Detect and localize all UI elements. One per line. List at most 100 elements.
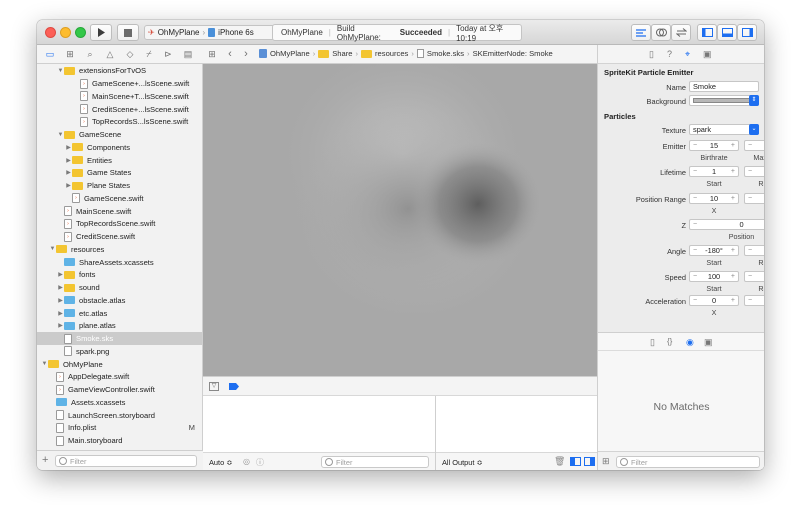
disclosure-closed-icon[interactable]: ▶ <box>65 182 72 189</box>
disclosure-closed-icon[interactable]: ▶ <box>57 284 64 291</box>
hierarchy-icon[interactable]: ⊞ <box>64 48 76 60</box>
stop-button[interactable] <box>117 24 139 41</box>
forward-arrow-icon[interactable]: › <box>240 48 252 60</box>
position-range-y-stepper[interactable]: −10+ <box>744 193 764 204</box>
birthrate-stepper[interactable]: −15 + <box>689 140 739 151</box>
breadcrumb-item[interactable]: SKEmitterNode: Smoke <box>473 49 553 58</box>
scene-editor-canvas[interactable] <box>203 64 597 376</box>
position-range-x-stepper[interactable]: −10 + <box>689 193 739 204</box>
disclosure-closed-icon[interactable]: ▶ <box>65 169 72 176</box>
plus-icon[interactable]: + <box>731 297 735 304</box>
angle-start-stepper[interactable]: − -180° + <box>689 245 739 256</box>
folder-icon[interactable]: ▭ <box>44 48 56 60</box>
disclosure-closed-icon[interactable]: ▶ <box>65 157 72 164</box>
navigator-row[interactable]: ▶ fonts <box>37 269 202 282</box>
navigator-row[interactable]: ShareAssets.xcassets <box>37 256 202 269</box>
disclosure-closed-icon[interactable]: ▶ <box>57 271 64 278</box>
z-position-stepper[interactable]: −0+ <box>689 219 764 230</box>
name-field[interactable]: Smoke <box>689 81 759 92</box>
variables-filter-field[interactable]: Filter <box>321 456 429 468</box>
diamond-icon[interactable]: ◇ <box>124 48 136 60</box>
disclosure-open-icon[interactable]: ▼ <box>57 132 64 138</box>
trash-icon[interactable]: 🗑 <box>554 456 565 467</box>
scheme-selector[interactable]: ✈ OhMyPlane › iPhone 6s <box>144 25 281 40</box>
lifetime-start-stepper[interactable]: −1 + <box>689 166 739 177</box>
navigator-row[interactable]: › GameViewController.swift <box>37 383 202 396</box>
toggle-navigator-button[interactable] <box>697 24 717 41</box>
version-editor-button[interactable] <box>671 24 691 41</box>
disclosure-open-icon[interactable]: ▼ <box>57 68 64 74</box>
navigator-row[interactable]: ▶ Entities <box>37 154 202 167</box>
object-library-icon[interactable]: ◉ <box>686 337 694 348</box>
background-color-well[interactable]: ⇕ <box>689 95 759 106</box>
file-template-icon[interactable]: ▯ <box>650 337 655 348</box>
plus-icon[interactable]: + <box>731 247 735 254</box>
assistant-editor-button[interactable] <box>651 24 671 41</box>
chevron-updown-icon[interactable]: ⇕ <box>749 95 759 106</box>
breadcrumb-item[interactable]: OhMyPlane <box>270 49 310 58</box>
breakpoint-icon[interactable]: ⊳ <box>162 48 174 60</box>
media-library-icon[interactable]: ▣ <box>704 337 713 348</box>
navigator-row[interactable]: › TopRecordsS...lsScene.swift <box>37 116 202 129</box>
navigator-row[interactable]: › TopRecordsScene.swift <box>37 218 202 231</box>
breadcrumb-item[interactable]: resources <box>375 49 408 58</box>
navigator-row[interactable]: › CreditScene+...lsScene.swift <box>37 103 202 116</box>
navigator-row[interactable]: › GameScene+...lsScene.swift <box>37 77 202 90</box>
speed-start-stepper[interactable]: −100 + <box>689 271 739 282</box>
back-arrow-icon[interactable]: ‹ <box>224 48 236 60</box>
navigator-row[interactable]: ▶ Game States <box>37 167 202 180</box>
split-left-icon[interactable] <box>570 457 581 466</box>
minimize-window-button[interactable] <box>60 27 71 38</box>
report-icon[interactable]: ▤ <box>182 48 194 60</box>
navigator-row[interactable]: ▼ GameScene <box>37 128 202 141</box>
lifetime-range-stepper[interactable]: −5+ <box>744 166 764 177</box>
acceleration-x-stepper[interactable]: −0 + <box>689 295 739 306</box>
navigator-row[interactable]: LaunchScreen.storyboard <box>37 409 202 422</box>
eye-icon[interactable]: ◎ <box>243 457 250 466</box>
breadcrumb-item[interactable]: Share <box>332 49 352 58</box>
navigator-row[interactable]: ▶ etc.atlas <box>37 307 202 320</box>
navigator-row[interactable]: › CreditScene.swift <box>37 230 202 243</box>
disclosure-open-icon[interactable]: ▼ <box>49 246 56 252</box>
navigator-row[interactable]: › AppDelegate.swift <box>37 371 202 384</box>
plus-icon[interactable]: + <box>731 273 735 280</box>
standard-editor-button[interactable] <box>631 24 651 41</box>
navigator-row[interactable]: spark.png <box>37 345 202 358</box>
output-selector[interactable]: All Output ≎ <box>442 458 483 467</box>
code-snippet-icon[interactable]: {} <box>667 337 672 346</box>
texture-combo[interactable]: spark ⌄ <box>689 124 759 135</box>
auto-scope-selector[interactable]: Auto ≎ <box>209 458 232 467</box>
disclosure-closed-icon[interactable]: ▶ <box>65 144 72 151</box>
help-icon[interactable]: ? <box>667 49 672 59</box>
navigator-row[interactable]: ▶ obstacle.atlas <box>37 294 202 307</box>
chevron-down-icon[interactable]: ⌄ <box>749 124 759 135</box>
plus-icon[interactable]: + <box>731 195 735 202</box>
close-window-button[interactable] <box>45 27 56 38</box>
search-icon[interactable]: ⌕ <box>84 48 96 60</box>
navigator-row[interactable]: Assets.xcassets <box>37 396 202 409</box>
library-filter-field[interactable]: Filter <box>616 456 760 468</box>
hide-debug-icon[interactable]: ▽ <box>209 382 219 391</box>
disclosure-open-icon[interactable]: ▼ <box>41 361 48 367</box>
size-inspector-icon[interactable]: ▣ <box>703 49 712 60</box>
related-items-icon[interactable]: ⊞ <box>206 48 218 60</box>
file-inspector-icon[interactable]: ▯ <box>649 49 654 60</box>
grid-view-icon[interactable]: ⊞ <box>602 456 610 467</box>
disclosure-closed-icon[interactable]: ▶ <box>57 322 64 329</box>
navigator-row[interactable]: ▼ resources <box>37 243 202 256</box>
debug-icon[interactable]: ⌿ <box>143 48 155 60</box>
navigator-filter-field[interactable]: Filter <box>55 455 197 467</box>
angle-range-stepper[interactable]: −0°+ <box>744 245 764 256</box>
disclosure-closed-icon[interactable]: ▶ <box>57 310 64 317</box>
breakpoint-toggle-icon[interactable] <box>229 383 239 390</box>
disclosure-closed-icon[interactable]: ▶ <box>57 297 64 304</box>
acceleration-y-stepper[interactable]: −10+ <box>744 295 764 306</box>
navigator-row[interactable]: › MainScene.swift <box>37 205 202 218</box>
attributes-inspector-icon[interactable]: ⌖ <box>685 49 690 60</box>
navigator-row[interactable]: Main.storyboard <box>37 434 202 447</box>
navigator-row[interactable]: ▶ Components <box>37 141 202 154</box>
zoom-window-button[interactable] <box>75 27 86 38</box>
plus-icon[interactable]: + <box>731 142 735 149</box>
info-icon[interactable]: ⓘ <box>256 457 264 468</box>
warning-icon[interactable]: △ <box>104 48 116 60</box>
